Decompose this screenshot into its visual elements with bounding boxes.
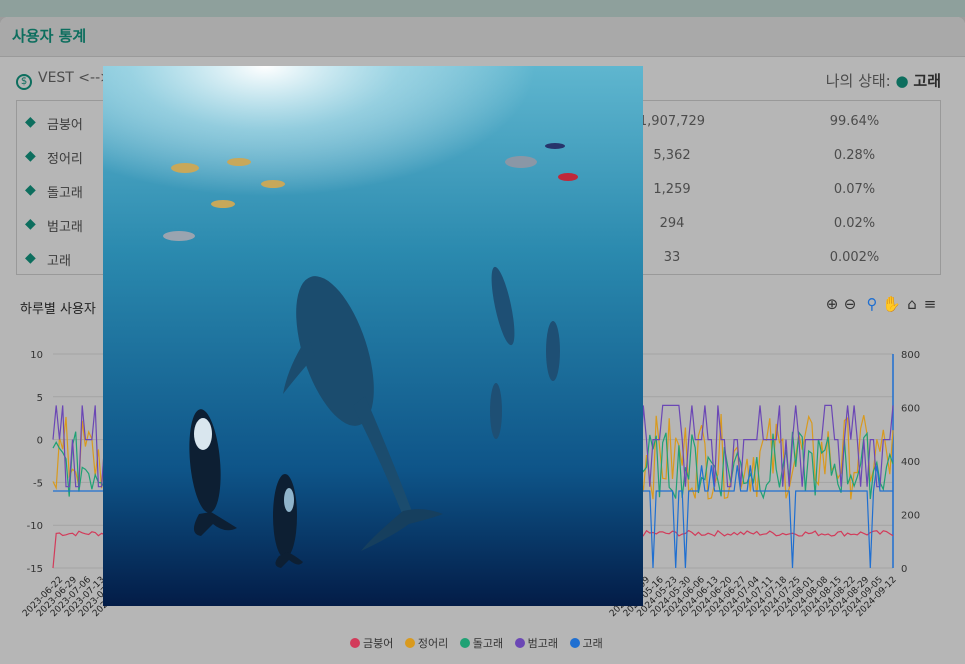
y-right-tick-label: 800	[901, 350, 920, 361]
legend-label: 범고래	[527, 637, 558, 650]
type-name: 정어리	[47, 152, 83, 167]
y-left-tick-label: -15	[27, 564, 43, 575]
status-label: 나의 상태:	[825, 72, 891, 90]
y-right-tick-label: 200	[901, 511, 920, 522]
status-value: 고래	[913, 72, 941, 90]
vest-row: $ VEST <-->	[16, 70, 112, 90]
legend-marker	[404, 638, 415, 648]
card-header: 사용자 통계	[0, 17, 965, 57]
legend-label: 돌고래	[472, 637, 504, 650]
type-name: 금붕어	[47, 118, 83, 133]
legend-item[interactable]: 고래	[569, 635, 603, 651]
type-name: 돌고래	[47, 186, 83, 201]
zoom-out-icon[interactable]: ⊖	[842, 295, 858, 313]
vest-label: VEST <-->	[38, 70, 112, 86]
y-left-tick-label: -5	[33, 478, 43, 489]
dolphin-icon: ◆	[25, 182, 36, 198]
legend-item[interactable]: 돌고래	[459, 635, 504, 651]
my-status: 나의 상태: ● 고래	[826, 70, 941, 91]
y-right-tick-label: 400	[901, 457, 920, 468]
vest-coin-icon: $	[16, 74, 32, 90]
legend-label: 고래	[582, 637, 603, 650]
top-bar	[0, 0, 965, 17]
legend-item[interactable]: 금붕어	[350, 635, 393, 651]
underwater-whale-photo	[103, 66, 643, 606]
legend-label: 정어리	[417, 637, 449, 650]
reset-home-icon[interactable]: ⌂	[904, 295, 920, 313]
type-name: 고래	[47, 254, 71, 269]
legend-label: 금붕어	[363, 637, 394, 650]
page-title: 사용자 통계	[12, 27, 87, 45]
y-left-tick-label: 5	[37, 393, 43, 404]
type-percent: 0.07%	[833, 182, 876, 197]
goldfish-icon: ◆	[25, 114, 36, 130]
chart-title: 하루별 사용자	[20, 302, 96, 317]
type-percent: 99.64%	[829, 114, 880, 129]
pan-hand-icon[interactable]: ✋	[882, 295, 901, 313]
legend-item[interactable]: 범고래	[514, 635, 558, 651]
y-left-tick-label: 10	[30, 350, 43, 361]
whale-icon: ◆	[25, 250, 36, 266]
y-right-tick-label: 0	[901, 564, 907, 575]
type-percent: 0.28%	[833, 148, 876, 163]
legend-marker	[514, 638, 525, 648]
sardine-icon: ◆	[25, 148, 36, 164]
type-percent: 0.02%	[833, 216, 876, 231]
chart-legend: 금붕어 정어리 돌고래 범고래 고래	[350, 635, 611, 651]
legend-marker	[569, 638, 580, 648]
zoom-in-icon[interactable]: ⊕	[824, 295, 840, 313]
selection-zoom-icon[interactable]: ⚲	[864, 295, 880, 313]
legend-marker	[459, 638, 470, 648]
legend-item[interactable]: 정어리	[404, 635, 449, 651]
legend-marker	[350, 638, 360, 648]
type-name: 범고래	[47, 220, 83, 235]
sunlight-glow	[103, 66, 643, 326]
y-left-tick-label: -10	[27, 521, 43, 532]
type-percent: 0.002%	[829, 250, 880, 265]
y-left-tick-label: 0	[37, 436, 43, 447]
orca-icon: ◆	[25, 216, 36, 232]
whale-icon: ●	[895, 72, 909, 90]
menu-icon[interactable]: ≡	[922, 295, 938, 313]
y-right-tick-label: 600	[901, 404, 920, 415]
